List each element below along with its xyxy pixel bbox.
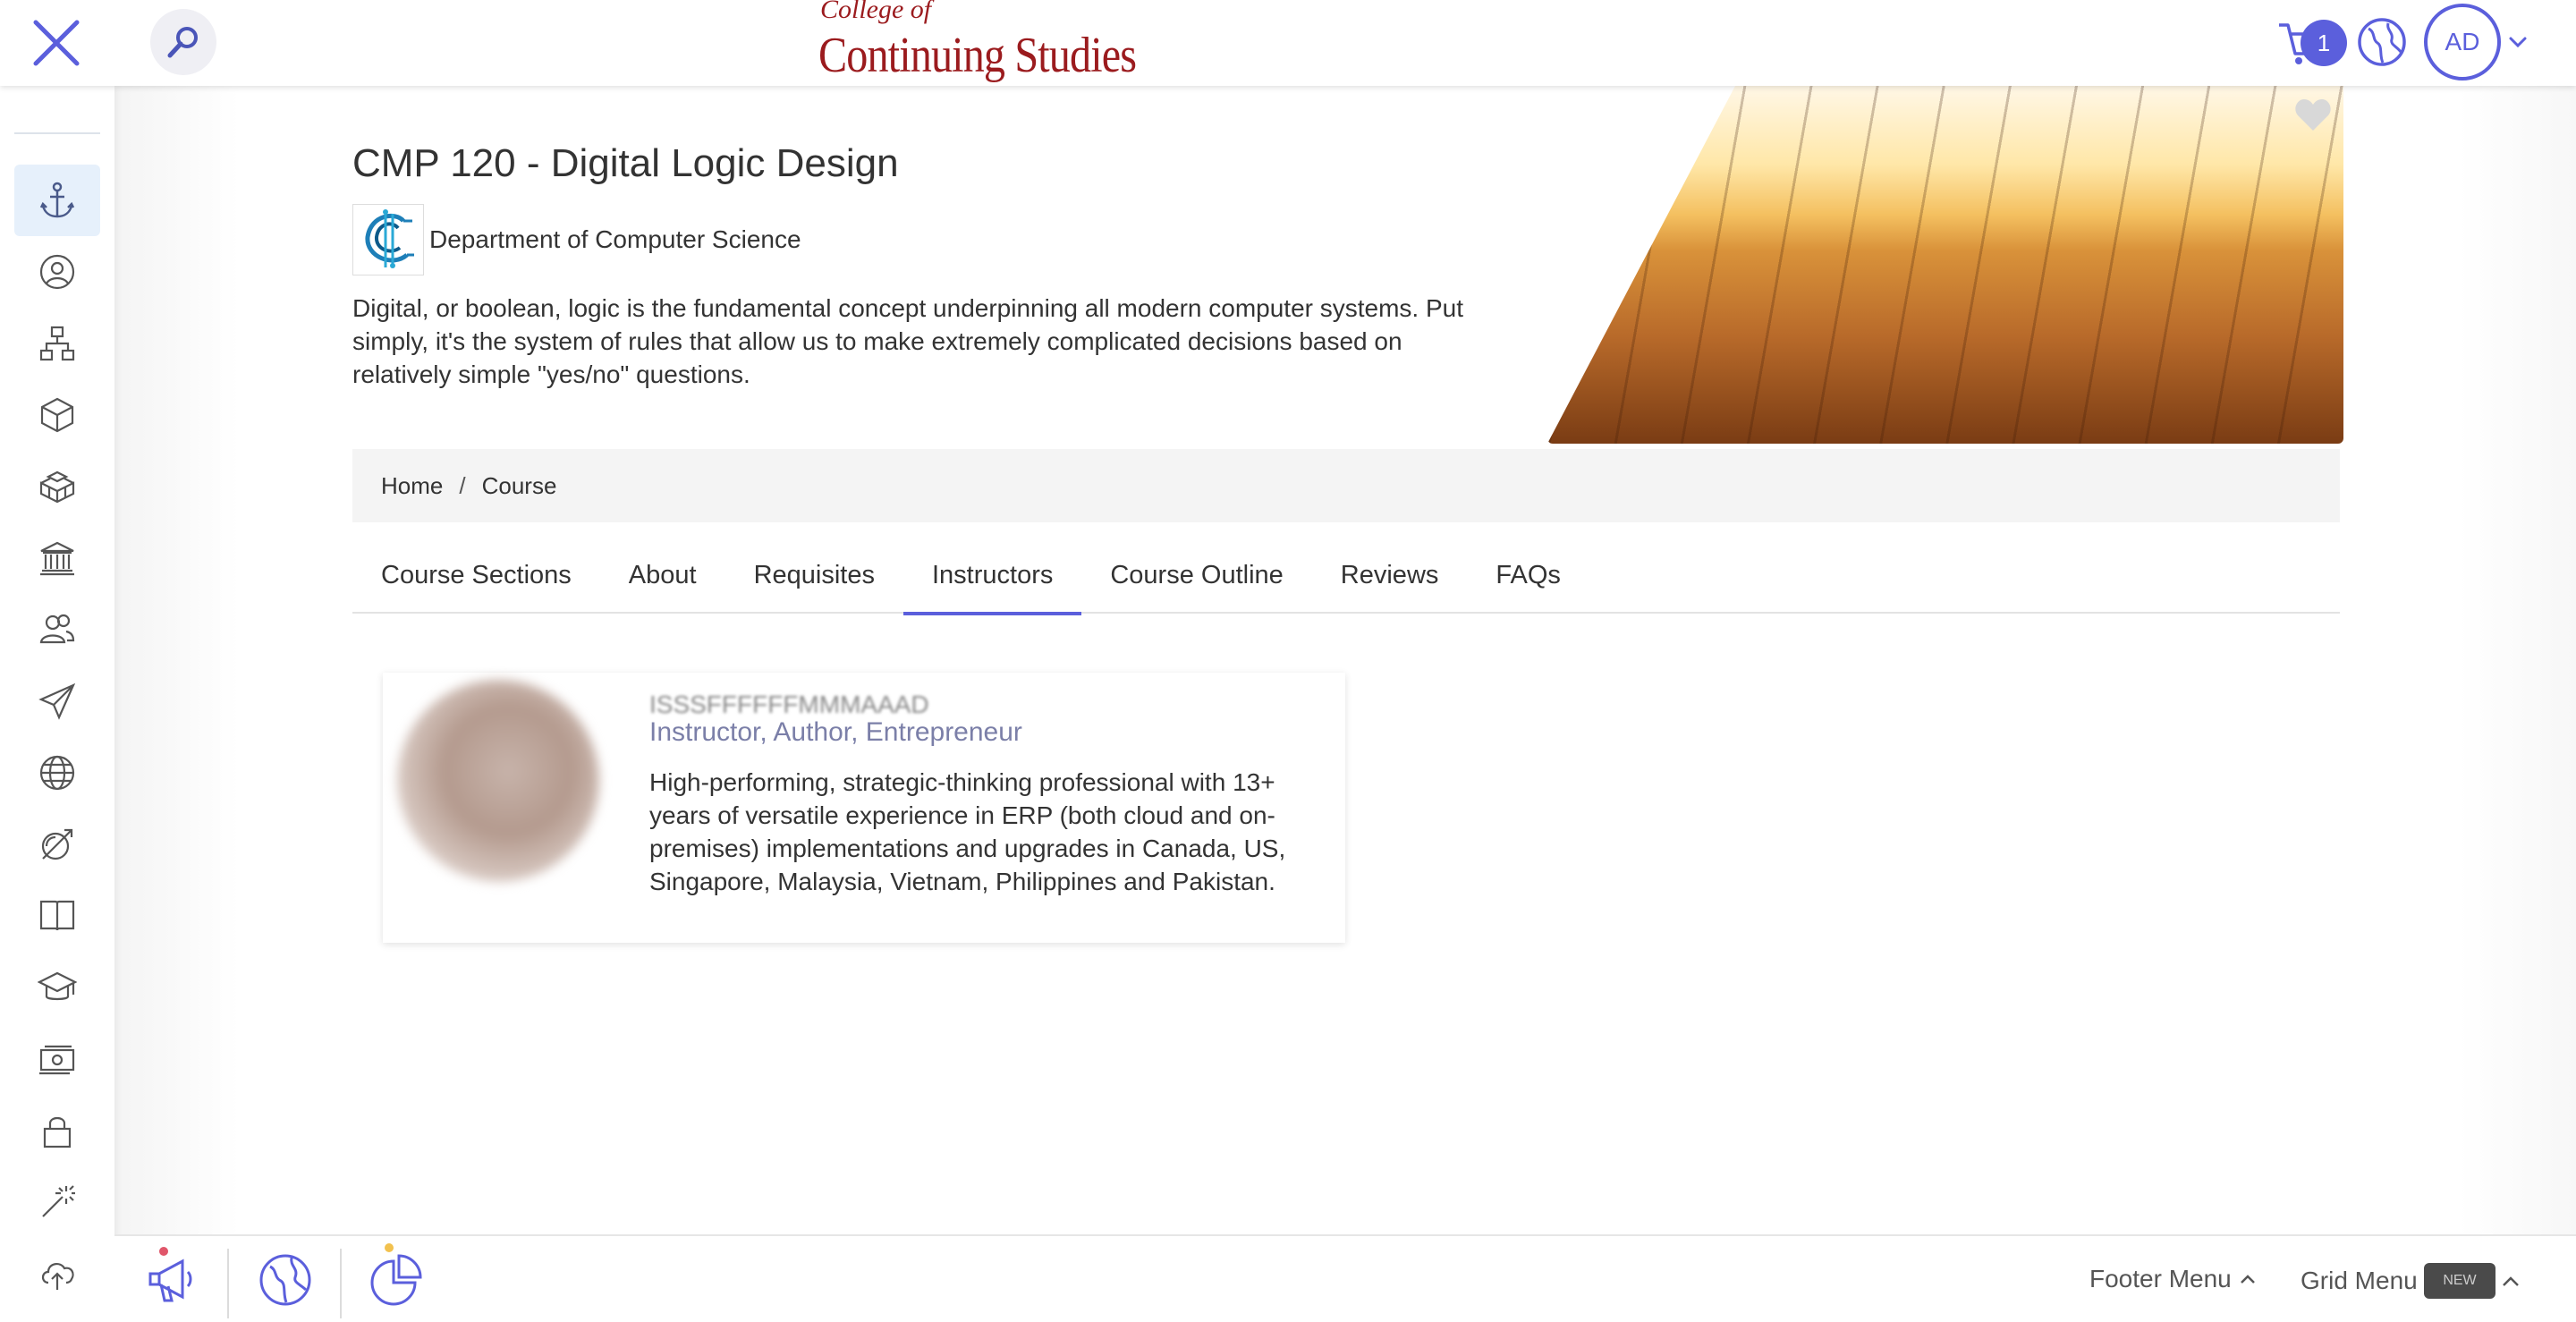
logo-big-text: Continuing Studies: [818, 28, 1137, 83]
grid-menu-button[interactable]: Grid Menu: [2301, 1267, 2418, 1295]
cart-count-badge: 1: [2301, 20, 2347, 66]
chevron-up-icon[interactable]: [2499, 1270, 2522, 1293]
cubes-icon: [39, 470, 75, 504]
sidebar-item-goals[interactable]: [14, 809, 100, 880]
globe-icon: [39, 755, 75, 791]
sidebar-divider: [14, 132, 100, 134]
user-circle-icon: [39, 254, 75, 290]
sidebar-item-tools[interactable]: [14, 1166, 100, 1238]
footer-separator: [340, 1249, 342, 1318]
tab-requisites[interactable]: Requisites: [725, 537, 903, 614]
money-icon: [39, 1045, 75, 1075]
sidebar-item-users[interactable]: [14, 594, 100, 665]
footer-menu-button[interactable]: Footer Menu: [2089, 1265, 2258, 1293]
instructor-bio: High-performing, strategic-thinking prof…: [649, 768, 1286, 895]
logo-small-text: College of: [820, 0, 932, 24]
anchor-icon: [39, 182, 75, 218]
sidebar-item-organization[interactable]: [14, 308, 100, 379]
paper-plane-icon: [38, 682, 76, 720]
close-button[interactable]: [27, 18, 86, 68]
instructor-name: ISSSFFFFFFMMMAAAD: [649, 691, 929, 718]
notification-dot: [385, 1243, 394, 1252]
instructor-photo: [397, 680, 599, 882]
graduation-cap-icon: [38, 971, 77, 1001]
sidebar-item-finance[interactable]: [14, 1023, 100, 1095]
pie-chart-icon[interactable]: [369, 1252, 424, 1308]
megaphone-icon[interactable]: [143, 1252, 199, 1308]
tab-course-outline[interactable]: Course Outline: [1081, 537, 1311, 614]
sidebar-item-catalog[interactable]: [14, 880, 100, 952]
user-avatar-button[interactable]: AD: [2424, 4, 2501, 81]
course-hero-image: [1547, 86, 2343, 444]
target-arrow-icon: [41, 828, 73, 860]
circuit-c-logo-icon: [365, 209, 414, 268]
instructor-role: Instructor, Author, Entrepreneur: [649, 717, 1022, 747]
footer-menu-label: Footer Menu: [2089, 1265, 2232, 1292]
globe-icon[interactable]: [258, 1252, 313, 1308]
sidebar-item-profile[interactable]: [14, 236, 100, 308]
sidebar-item-security[interactable]: [14, 1095, 100, 1166]
lock-icon: [43, 1116, 72, 1148]
footer-separator: [227, 1249, 229, 1318]
top-bar: College of Continuing Studies 1 AD: [0, 0, 2576, 86]
new-badge: NEW: [2424, 1263, 2496, 1299]
tab-course-sections[interactable]: Course Sections: [352, 537, 600, 614]
org-chart-icon: [39, 326, 75, 361]
department-logo: [352, 204, 424, 275]
cube-icon: [40, 397, 74, 433]
sidebar-item-bundles[interactable]: [14, 451, 100, 522]
cloud-upload-icon: [41, 1263, 74, 1290]
book-icon: [39, 900, 75, 931]
magic-wand-icon: [42, 1185, 75, 1217]
course-tabs: Course Sections About Requisites Instruc…: [352, 537, 2340, 615]
tab-faqs[interactable]: FAQs: [1467, 537, 1589, 614]
sidebar-item-products[interactable]: [14, 379, 100, 451]
search-icon: [167, 27, 198, 58]
notification-dot: [159, 1247, 168, 1256]
course-description: Digital, or boolean, logic is the fundam…: [352, 294, 1464, 388]
tab-instructors[interactable]: Instructors: [902, 537, 1082, 615]
breadcrumb: Home / Course: [352, 449, 2340, 522]
institution-icon: [40, 541, 74, 576]
footer-bar: Footer Menu Grid Menu NEW: [114, 1234, 2576, 1322]
sidebar-item-education[interactable]: [14, 952, 100, 1023]
sidebar-item-global[interactable]: [14, 737, 100, 809]
breadcrumb-home[interactable]: Home: [381, 472, 443, 500]
sidebar-item-anchor[interactable]: [14, 165, 100, 236]
close-icon: [33, 20, 80, 66]
chevron-down-icon[interactable]: [2506, 30, 2529, 54]
instructor-card[interactable]: ISSSFFFFFFMMMAAAD Instructor, Author, En…: [383, 673, 1345, 943]
department-name: Department of Computer Science: [429, 225, 801, 253]
favorite-heart-icon[interactable]: [2293, 97, 2333, 132]
sidebar-item-upload[interactable]: [14, 1238, 100, 1309]
course-title: CMP 120 - Digital Logic Design: [352, 141, 899, 185]
breadcrumb-current: Course: [481, 471, 557, 499]
sidebar-item-messages[interactable]: [14, 665, 100, 737]
tab-about[interactable]: About: [600, 537, 725, 614]
search-button[interactable]: [150, 9, 216, 75]
globe-icon[interactable]: [2356, 16, 2408, 68]
grid-menu-label: Grid Menu: [2301, 1267, 2418, 1294]
chevron-up-icon: [2240, 1275, 2255, 1284]
tab-reviews[interactable]: Reviews: [1312, 537, 1468, 614]
breadcrumb-separator: /: [459, 471, 466, 499]
sidebar: [0, 86, 114, 1322]
sidebar-item-institution[interactable]: [14, 522, 100, 594]
users-icon: [39, 614, 75, 644]
